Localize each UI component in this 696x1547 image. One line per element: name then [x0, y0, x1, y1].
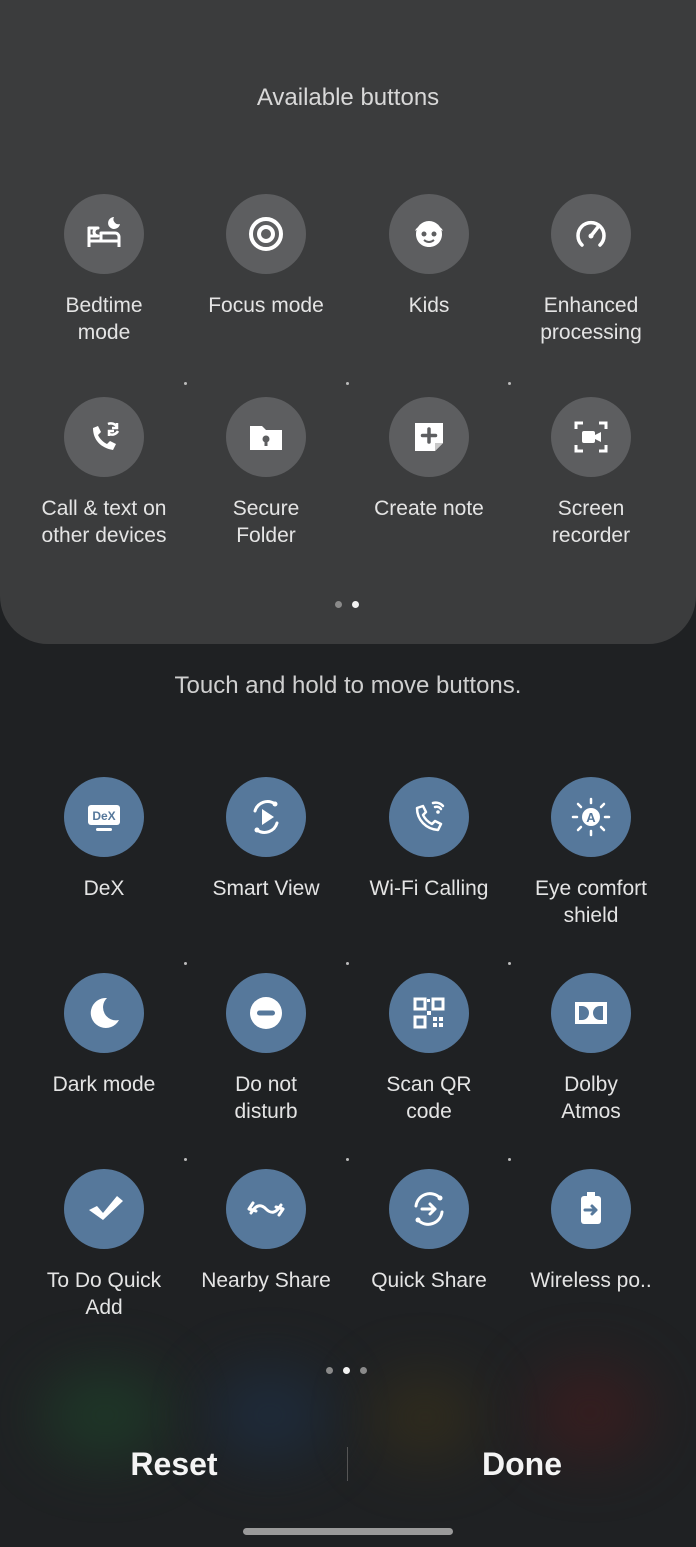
- smart-view-button[interactable]: Smart View: [185, 777, 347, 902]
- done-button[interactable]: Done: [348, 1446, 696, 1483]
- quick-share-button[interactable]: Quick Share: [348, 1169, 510, 1294]
- available-bedtime-mode-button[interactable]: Bedtime mode: [23, 194, 185, 346]
- svg-text:DeX: DeX: [92, 809, 115, 823]
- scan-qr-code-button[interactable]: Scan QR code: [348, 973, 510, 1125]
- dex-icon: DeX: [64, 777, 144, 857]
- svg-text:A: A: [586, 810, 596, 825]
- available-create-note-button[interactable]: Create note: [348, 397, 510, 522]
- active-page-indicator: [326, 1367, 367, 1374]
- to-do-quick-add-button[interactable]: To Do Quick Add: [23, 1169, 185, 1321]
- wireless-powershare-button[interactable]: Wireless po..: [510, 1169, 672, 1294]
- check-icon: [64, 1169, 144, 1249]
- wifi-calling-button[interactable]: Wi-Fi Calling: [348, 777, 510, 902]
- dolby-atmos-button[interactable]: Dolby Atmos: [510, 973, 672, 1125]
- speedometer-icon: [551, 194, 631, 274]
- minus-circle-icon: [226, 973, 306, 1053]
- eye-comfort-icon: A: [551, 777, 631, 857]
- available-page-indicator: [335, 601, 359, 608]
- bed-icon: [64, 194, 144, 274]
- available-kids-button[interactable]: Kids: [348, 194, 510, 319]
- home-indicator[interactable]: [243, 1528, 453, 1535]
- available-secure-folder-button[interactable]: Secure Folder: [185, 397, 347, 549]
- reset-button[interactable]: Reset: [0, 1446, 348, 1483]
- eye-comfort-shield-button[interactable]: A Eye comfort shield: [510, 777, 672, 929]
- available-buttons-title: Available buttons: [256, 84, 440, 111]
- kids-face-icon: [389, 194, 469, 274]
- screen-recorder-icon: [551, 397, 631, 477]
- smart-view-icon: [226, 777, 306, 857]
- available-screen-recorder-button[interactable]: Screen recorder: [510, 397, 672, 549]
- available-call-text-other-devices-button[interactable]: Call & text on other devices: [23, 397, 185, 549]
- secure-folder-icon: [226, 397, 306, 477]
- qr-code-icon: [389, 973, 469, 1053]
- dark-mode-button[interactable]: Dark mode: [23, 973, 185, 1098]
- nearby-share-icon: [226, 1169, 306, 1249]
- dolby-icon: [551, 973, 631, 1053]
- wifi-phone-icon: [389, 777, 469, 857]
- create-note-icon: [389, 397, 469, 477]
- battery-share-icon: [551, 1169, 631, 1249]
- nearby-share-button[interactable]: Nearby Share: [185, 1169, 347, 1294]
- available-focus-mode-button[interactable]: Focus mode: [185, 194, 347, 319]
- phone-sync-icon: [64, 397, 144, 477]
- do-not-disturb-button[interactable]: Do not disturb: [185, 973, 347, 1125]
- move-buttons-hint: Touch and hold to move buttons.: [174, 672, 522, 699]
- dex-button[interactable]: DeX DeX: [23, 777, 185, 902]
- quick-share-icon: [389, 1169, 469, 1249]
- focus-target-icon: [226, 194, 306, 274]
- moon-icon: [64, 973, 144, 1053]
- available-enhanced-processing-button[interactable]: Enhanced processing: [510, 194, 672, 346]
